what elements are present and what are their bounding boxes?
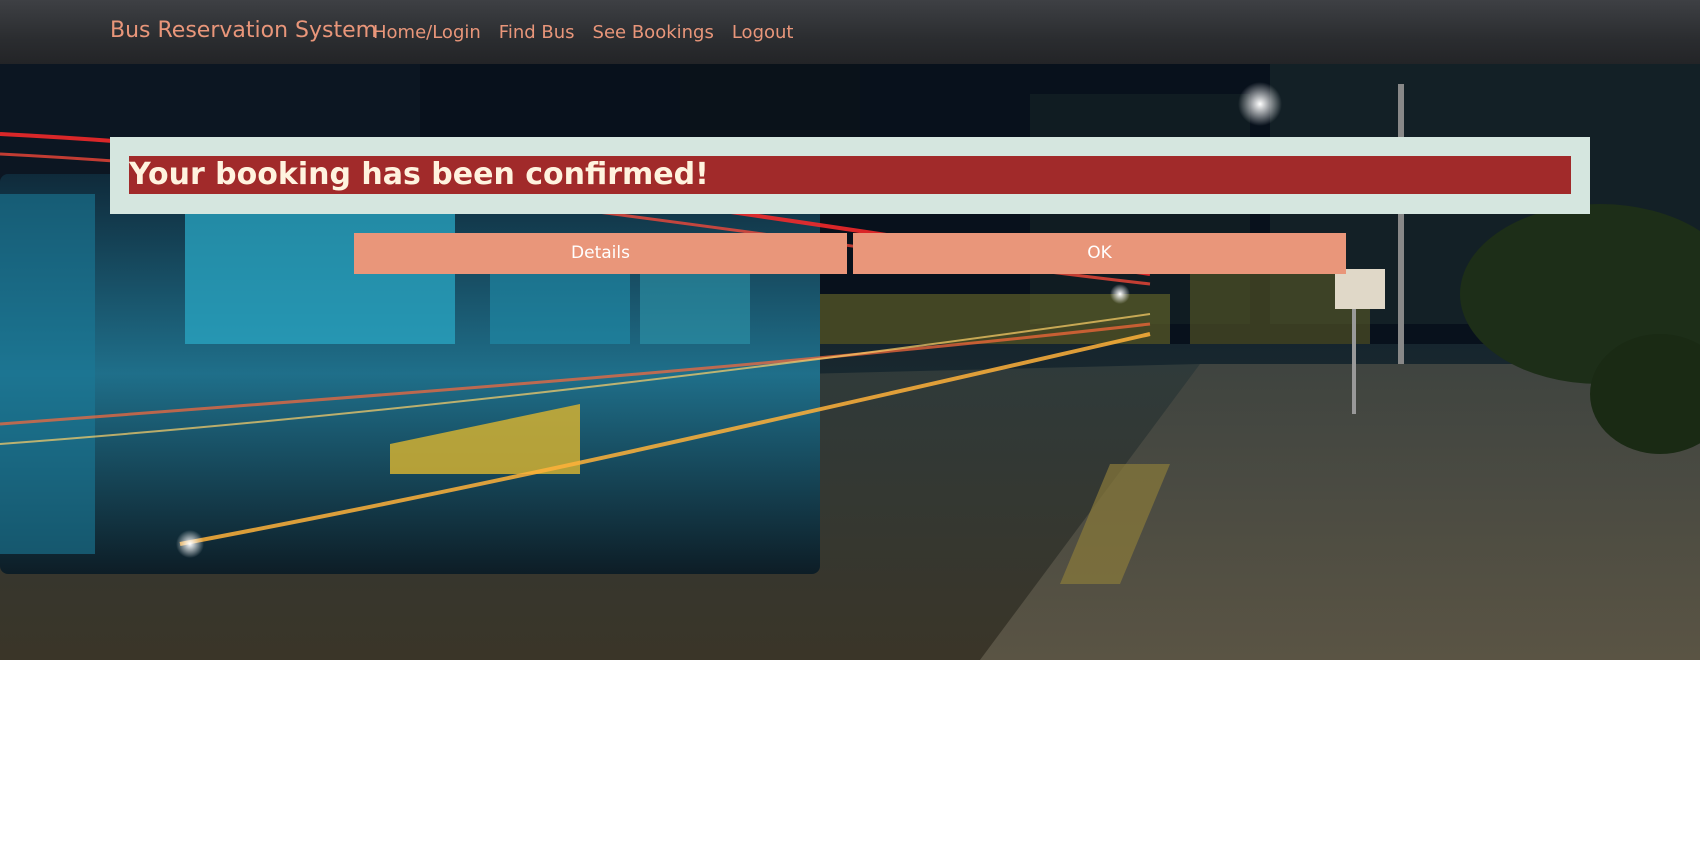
hero-background-image: Your booking has been confirmed! Details… bbox=[0, 64, 1700, 660]
nav-links: Home/Login Find Bus See Bookings Logout bbox=[373, 22, 793, 43]
confirmation-banner: Your booking has been confirmed! bbox=[129, 156, 1571, 194]
confirmation-alert: Your booking has been confirmed! bbox=[110, 137, 1590, 214]
confirmation-message: Your booking has been confirmed! bbox=[129, 157, 709, 192]
nav-link-home-login[interactable]: Home/Login bbox=[373, 22, 481, 43]
nav-link-find-bus[interactable]: Find Bus bbox=[499, 22, 575, 43]
ok-button[interactable]: OK bbox=[853, 233, 1346, 274]
navbar: Bus Reservation System Home/Login Find B… bbox=[0, 0, 1700, 64]
brand-link[interactable]: Bus Reservation System bbox=[110, 18, 377, 43]
nav-link-see-bookings[interactable]: See Bookings bbox=[593, 22, 714, 43]
details-button[interactable]: Details bbox=[354, 233, 847, 274]
nav-link-logout[interactable]: Logout bbox=[732, 22, 794, 43]
